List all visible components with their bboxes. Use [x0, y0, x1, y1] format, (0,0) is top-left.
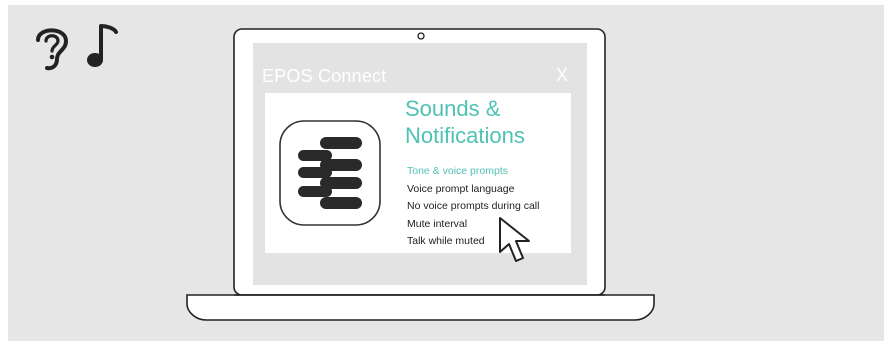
menu-item-no-voice-prompts-during-call[interactable]: No voice prompts during call: [407, 198, 577, 216]
mouse-pointer-icon: [499, 217, 530, 262]
epos-logo-icon: [279, 120, 381, 226]
menu-item-tone-voice-prompts[interactable]: Tone & voice prompts: [407, 163, 577, 181]
menu-item-mute-interval[interactable]: Mute interval: [407, 216, 577, 234]
section-heading-line2: Notifications: [405, 123, 525, 148]
app-title: EPOS Connect: [262, 66, 387, 86]
section-heading-line1: Sounds &: [405, 96, 501, 121]
menu-item-voice-prompt-language[interactable]: Voice prompt language: [407, 181, 577, 199]
close-button[interactable]: X: [556, 65, 568, 86]
app-titlebar: EPOS Connect X: [262, 63, 580, 93]
section-heading: Sounds & Notifications: [405, 95, 575, 149]
settings-menu: Tone & voice prompts Voice prompt langua…: [407, 163, 577, 251]
menu-item-talk-while-muted[interactable]: Talk while muted: [407, 233, 577, 251]
